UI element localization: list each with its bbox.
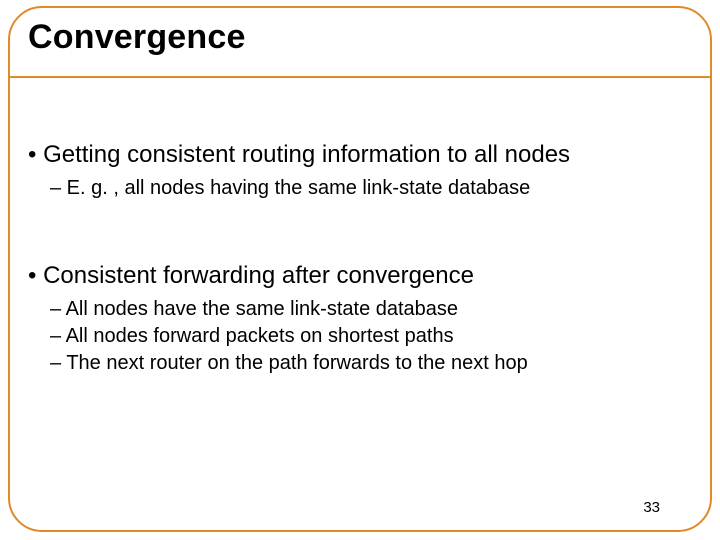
page-number: 33 bbox=[643, 499, 660, 516]
bullet-2-sub-3: – The next router on the path forwards t… bbox=[50, 351, 692, 376]
bullet-2-sub-2: – All nodes forward packets on shortest … bbox=[50, 324, 692, 349]
slide-body: • Getting consistent routing information… bbox=[28, 140, 692, 378]
bullet-1: • Getting consistent routing information… bbox=[28, 140, 692, 170]
slide: Convergence • Getting consistent routing… bbox=[0, 0, 720, 540]
slide-title: Convergence bbox=[28, 18, 246, 57]
bullet-2-sub-1: – All nodes have the same link-state dat… bbox=[50, 297, 692, 322]
title-divider bbox=[8, 76, 712, 78]
spacer bbox=[28, 203, 692, 261]
bullet-1-sub-1: – E. g. , all nodes having the same link… bbox=[50, 176, 692, 201]
bullet-2: • Consistent forwarding after convergenc… bbox=[28, 261, 692, 291]
